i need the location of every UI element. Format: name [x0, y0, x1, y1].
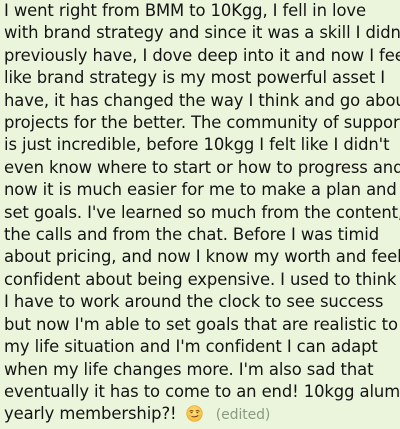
message-line: eventually it has to come to an end! 10k… [4, 381, 400, 401]
message-line: like brand strategy is my most powerful … [4, 68, 385, 88]
message-body: I went right from BMM to 10Kgg, I fell i… [4, 0, 400, 427]
message-line: with brand strategy and since it was a s… [4, 23, 400, 43]
edited-label: (edited) [215, 407, 271, 424]
message-line: but now I'm able to set goals that are r… [4, 314, 398, 334]
message-line: when my life changes more. I'm also sad … [4, 359, 374, 379]
message-line: previously have, I dove deep into it and… [4, 45, 400, 65]
message-line: about pricing, and now I know my worth a… [4, 247, 400, 267]
message-line: is just incredible, before 10kgg I felt … [4, 135, 390, 155]
message-line: set goals. I've learned so much from the… [4, 202, 400, 222]
message-line: the calls and from the chat. Before I wa… [4, 225, 380, 245]
message-line: confident about being expensive. I used … [4, 269, 397, 289]
message-line: I have to work around the clock to see s… [4, 292, 384, 312]
message-line: projects for the better. The community o… [4, 113, 400, 133]
smirking-face-emoji-icon [186, 405, 203, 422]
message-line: even know where to start or how to progr… [4, 157, 400, 177]
message-line: now it is much easier for me to make a p… [4, 180, 397, 200]
chat-message-bubble[interactable]: I went right from BMM to 10Kgg, I fell i… [0, 0, 400, 423]
message-last-line: yearly membership?! (edited) [4, 403, 396, 426]
message-line: yearly membership?! [4, 404, 177, 424]
message-line: my life situation and I'm confident I ca… [4, 337, 378, 357]
message-line: I went right from BMM to 10Kgg, I fell i… [4, 1, 367, 20]
message-line: have, it has changed the way I think and… [4, 90, 400, 110]
